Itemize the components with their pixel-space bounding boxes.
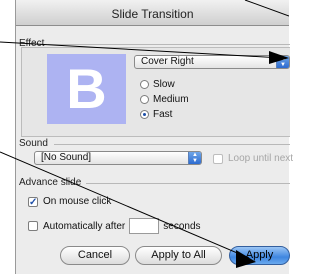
annotation-arrow-effect-popup (0, 41, 284, 62)
annotation-arrowhead-icon (269, 51, 289, 64)
annotation-arrowhead-icon (236, 250, 256, 268)
annotation-arrow-apply (0, 151, 250, 259)
annotation-arrows (0, 0, 289, 268)
annotation-arrow-top (244, 0, 289, 17)
